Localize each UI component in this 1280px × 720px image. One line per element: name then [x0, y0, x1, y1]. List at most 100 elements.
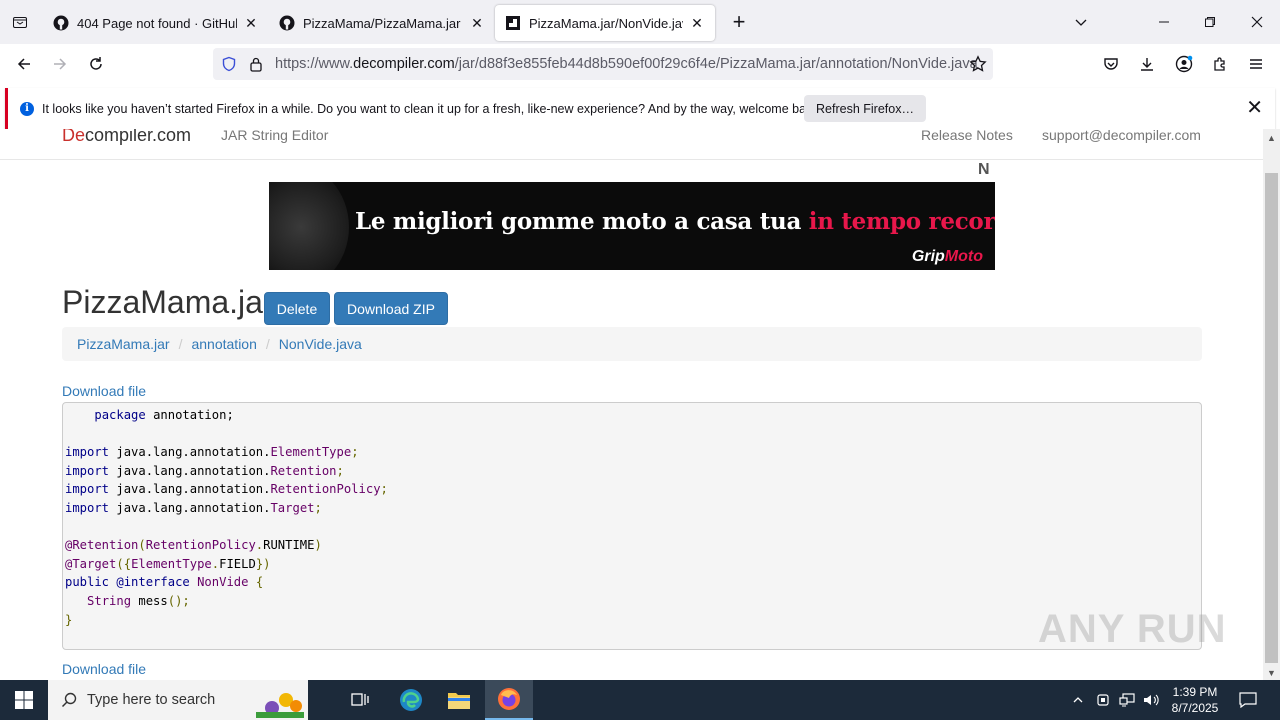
app-menu-button[interactable]	[1240, 48, 1272, 80]
code-token: annotation;	[145, 408, 234, 422]
firefox-taskbar-button[interactable]	[485, 680, 533, 720]
tab-decompiler[interactable]: PizzaMama.jar/NonVide.java - D ✕	[495, 5, 715, 41]
code-token: ElementType	[270, 445, 352, 460]
code-token: RUNTIME	[263, 538, 315, 553]
edge-button[interactable]	[387, 680, 435, 720]
breadcrumb-separator: /	[178, 336, 183, 352]
close-icon[interactable]: ✕	[1246, 98, 1263, 118]
brand-de: De	[62, 129, 86, 145]
speaker-icon	[1144, 694, 1159, 706]
task-view-button[interactable]	[336, 680, 384, 720]
tab-list-button[interactable]	[0, 0, 40, 44]
page-scrollbar[interactable]: ▲ ▼	[1263, 129, 1280, 680]
chevron-up-icon	[1073, 697, 1083, 703]
scroll-up-icon[interactable]: ▲	[1267, 133, 1276, 143]
code-token: package	[94, 408, 146, 422]
close-icon	[1251, 16, 1263, 28]
windows-logo-icon	[15, 691, 33, 709]
breadcrumb-jar[interactable]: PizzaMama.jar	[77, 336, 170, 352]
reload-icon	[90, 57, 102, 70]
device-icon	[1097, 694, 1109, 706]
lock-icon[interactable]	[249, 56, 263, 72]
code-token: FIELD	[219, 556, 256, 571]
site-logo[interactable]: Decompiler.com	[62, 129, 191, 146]
clock[interactable]: 1:39 PM 8/7/2025	[1166, 680, 1224, 720]
scrollbar-thumb[interactable]	[1265, 173, 1278, 663]
anyrun-watermark: ANY RUN	[1038, 607, 1227, 651]
ad-headline-highlight: in tempo record!	[808, 208, 995, 235]
bookmark-star-icon[interactable]	[969, 55, 987, 73]
new-tab-button[interactable]: +	[719, 4, 759, 40]
ad-choices-icon[interactable]: N	[978, 161, 990, 179]
github-icon	[279, 15, 295, 31]
source-code-view[interactable]: package annotation; import java.lang.ann…	[62, 402, 1202, 650]
nav-release-notes[interactable]: Release Notes	[921, 129, 1013, 143]
refresh-firefox-button[interactable]: Refresh Firefox…	[804, 95, 926, 122]
minimize-button[interactable]	[1141, 0, 1187, 44]
url-prefix: https://www.	[275, 56, 354, 72]
url-text[interactable]: https://www.decompiler.com/jar/d88f3e855…	[275, 56, 978, 72]
tab-github-404[interactable]: 404 Page not found · GitHub ✕	[43, 5, 269, 41]
code-token: Target	[270, 500, 315, 515]
breadcrumb-file[interactable]: NonVide.java	[279, 336, 362, 352]
close-tab-icon[interactable]: ✕	[243, 15, 259, 31]
code-token: Retention	[270, 463, 337, 478]
start-button[interactable]	[0, 680, 48, 720]
tab-title: 404 Page not found · GitHub	[77, 15, 237, 31]
download-zip-button[interactable]: Download ZIP	[334, 292, 448, 325]
network-icon	[1119, 693, 1135, 707]
scroll-down-icon[interactable]: ▼	[1267, 668, 1276, 678]
delete-button[interactable]: Delete	[264, 292, 330, 325]
address-bar[interactable]: https://www.decompiler.com/jar/d88f3e855…	[213, 48, 993, 80]
info-icon: i	[20, 101, 34, 116]
chevron-down-icon	[1075, 19, 1087, 26]
close-tab-icon[interactable]: ✕	[469, 15, 485, 31]
code-token: java.lang.annotation.	[109, 500, 271, 515]
tab-title: PizzaMama/PizzaMama.jar at m	[303, 15, 463, 31]
logo-part-b: Moto	[944, 248, 983, 265]
breadcrumb-annotation[interactable]: annotation	[191, 336, 256, 352]
pocket-icon	[1104, 58, 1118, 70]
back-button[interactable]	[8, 48, 40, 80]
account-button[interactable]	[1168, 48, 1200, 80]
network-button[interactable]	[1116, 680, 1138, 720]
edge-icon	[400, 689, 422, 711]
gripmoto-logo: GripMoto	[912, 248, 983, 266]
download-file-link-bottom[interactable]: Download file	[62, 661, 146, 677]
code-token: @interface	[116, 575, 190, 590]
code-token: RetentionPolicy	[270, 482, 381, 497]
pocket-button[interactable]	[1095, 48, 1127, 80]
forward-button[interactable]	[44, 48, 76, 80]
close-tab-icon[interactable]: ✕	[689, 15, 705, 31]
clock-time: 1:39 PM	[1172, 685, 1218, 699]
downloads-button[interactable]	[1131, 48, 1163, 80]
list-all-tabs-button[interactable]	[1058, 0, 1104, 44]
code-token: java.lang.annotation.	[109, 482, 271, 497]
nav-jar-string-editor[interactable]: JAR String Editor	[221, 129, 328, 143]
code-token: NonVide	[197, 575, 249, 590]
volume-button[interactable]	[1140, 680, 1162, 720]
brand-rest: compiler.com	[85, 129, 192, 145]
notification-message: It looks like you haven’t started Firefo…	[42, 101, 823, 116]
shield-icon[interactable]	[221, 56, 237, 72]
code-token: java.lang.annotation.	[109, 445, 271, 460]
tab-github-repo[interactable]: PizzaMama/PizzaMama.jar at m ✕	[269, 5, 495, 41]
file-explorer-button[interactable]	[435, 680, 483, 720]
extensions-button[interactable]	[1204, 48, 1236, 80]
download-file-link-top[interactable]: Download file	[62, 383, 146, 399]
device-tray-button[interactable]	[1092, 680, 1114, 720]
close-window-button[interactable]	[1234, 0, 1280, 44]
web-content: Decompiler.com JAR String Editor Release…	[0, 129, 1263, 680]
nav-support-email[interactable]: support@decompiler.com	[1042, 129, 1201, 143]
code-token: import	[65, 500, 110, 515]
restore-button[interactable]	[1187, 0, 1233, 44]
code-token: import	[65, 445, 110, 460]
code-token: ElementType	[131, 556, 212, 571]
search-icon	[61, 692, 77, 708]
taskbar-search-box[interactable]: Type here to search	[48, 680, 308, 720]
notifications-button[interactable]	[1234, 680, 1262, 720]
advertisement-banner[interactable]: Le migliori gomme moto a casa tua in tem…	[269, 182, 995, 270]
reload-button[interactable]	[80, 48, 112, 80]
show-hidden-icons-button[interactable]	[1068, 680, 1088, 720]
code-token: mess	[131, 593, 168, 608]
